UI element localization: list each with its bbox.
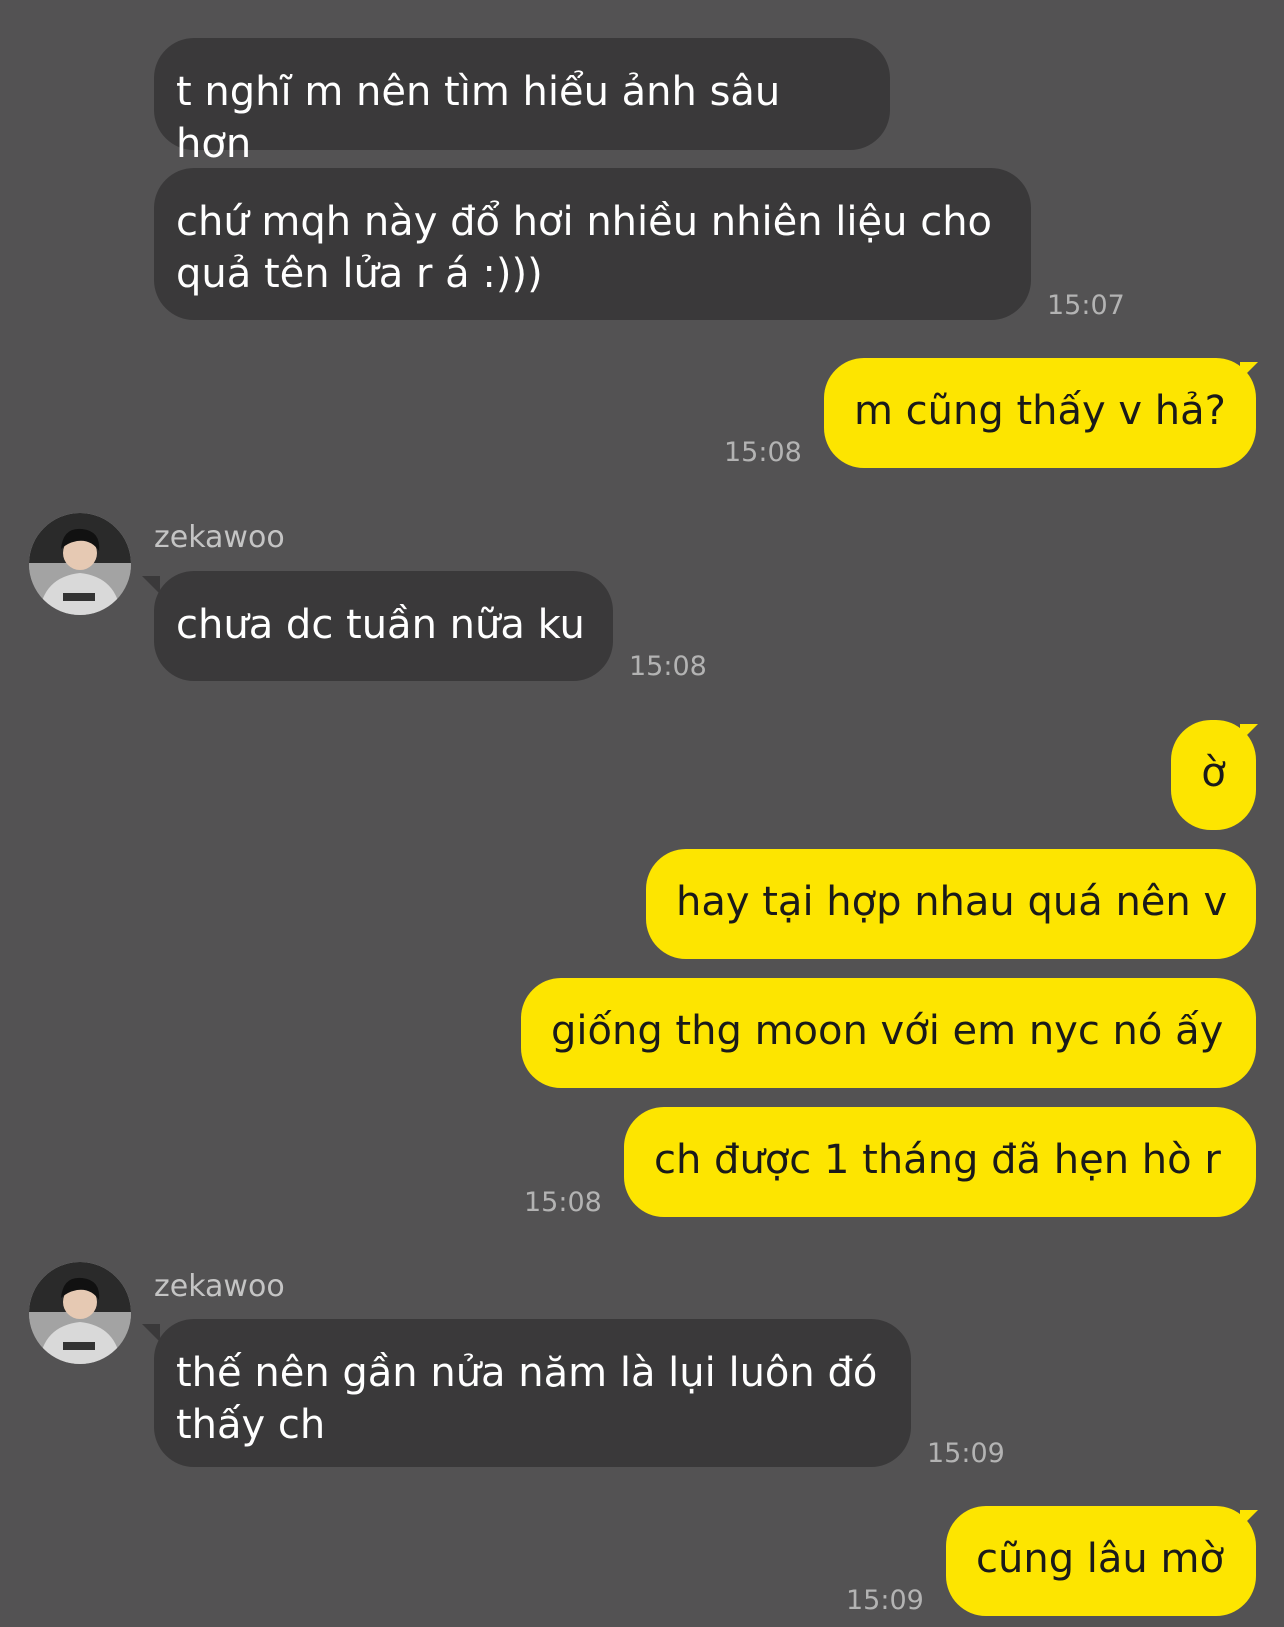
message-bubble-outgoing[interactable]: ch được 1 tháng đã hẹn hò r xyxy=(624,1107,1256,1217)
bubble-tail xyxy=(1240,1510,1258,1528)
bubble-tail xyxy=(142,576,160,594)
message-timestamp: 15:07 xyxy=(1047,290,1125,321)
message-timestamp: 15:09 xyxy=(927,1438,1005,1469)
avatar-image-icon xyxy=(29,1262,131,1364)
sender-name: zekawoo xyxy=(154,1269,285,1304)
bubble-tail xyxy=(1240,362,1258,380)
bubble-tail xyxy=(142,1324,160,1342)
message-bubble-incoming[interactable]: t nghĩ m nên tìm hiểu ảnh sâu hơn xyxy=(154,38,890,167)
sender-name: zekawoo xyxy=(154,520,285,555)
message-bubble-outgoing[interactable]: giống thg moon với em nyc nó ấy xyxy=(521,978,1256,1088)
message-bubble-incoming[interactable]: chứ mqh này đổ hơi nhiều nhiên liệu cho … xyxy=(154,168,1031,320)
message-bubble-outgoing[interactable]: hay tại hợp nhau quá nên v xyxy=(646,849,1256,959)
message-timestamp: 15:08 xyxy=(724,437,802,468)
message-bubble-outgoing[interactable]: cũng lâu mờ xyxy=(946,1506,1256,1616)
message-bubble-incoming[interactable]: chưa dc tuần nữa ku xyxy=(154,571,613,681)
message-timestamp: 15:09 xyxy=(846,1585,924,1616)
message-timestamp: 15:08 xyxy=(524,1187,602,1218)
message-timestamp: 15:08 xyxy=(629,651,707,682)
avatar-image-icon xyxy=(29,513,131,615)
message-bubble-outgoing[interactable]: m cũng thấy v hả? xyxy=(824,358,1256,468)
bubble-tail xyxy=(1240,724,1258,742)
contact-avatar[interactable] xyxy=(29,513,131,615)
contact-avatar[interactable] xyxy=(29,1262,131,1364)
message-bubble-incoming[interactable]: thế nên gần nửa năm là lụi luôn đó thấy … xyxy=(154,1319,911,1467)
